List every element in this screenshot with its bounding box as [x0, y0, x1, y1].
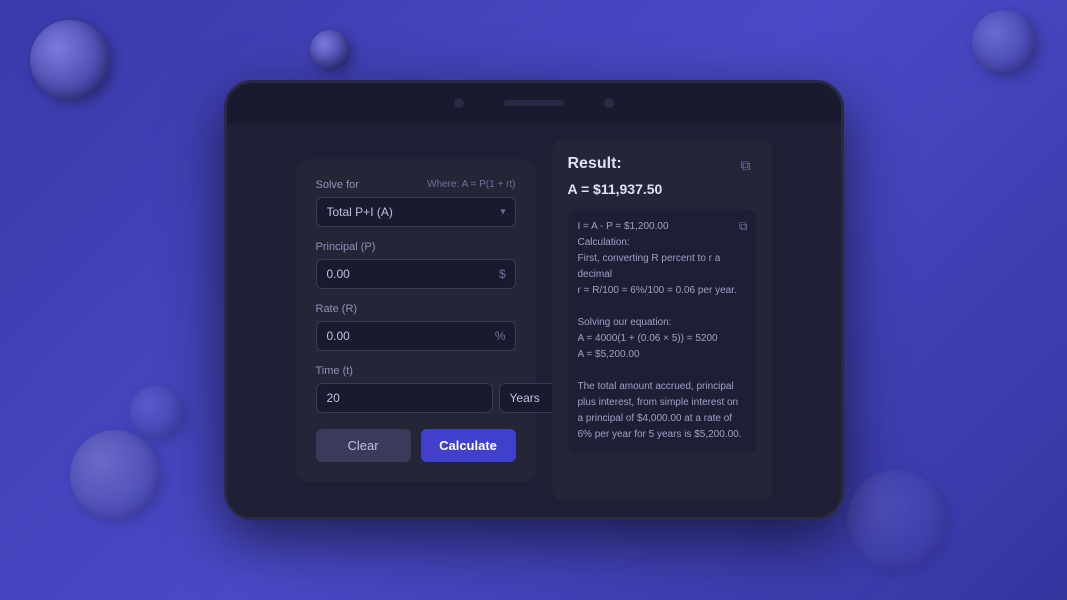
- clear-button[interactable]: Clear: [316, 429, 411, 462]
- rate-input[interactable]: [316, 321, 516, 351]
- rate-label: Rate (R): [316, 303, 516, 315]
- result-main-value: A = $11,937.50: [568, 181, 756, 197]
- tablet-mic: [604, 98, 614, 108]
- principal-group: Principal (P) $: [316, 241, 516, 289]
- result-detail-text: I = A - P = $1,200.00 Calculation: First…: [578, 219, 746, 443]
- button-row: Clear Calculate: [316, 429, 516, 462]
- tablet-top-bar: [227, 83, 841, 123]
- copy-detail-icon[interactable]: ⧉: [739, 217, 748, 236]
- decorative-ball-6: [847, 470, 947, 570]
- decorative-ball-3: [972, 10, 1037, 75]
- solve-for-select-wrapper: Total P+I (A)Principal (P)Rate (R)Time (…: [316, 197, 516, 227]
- decorative-ball-1: [30, 20, 110, 100]
- principal-input-wrapper: $: [316, 259, 516, 289]
- time-label: Time (t): [316, 365, 516, 377]
- tablet-device: Solve for Where: A = P(1 + rt) Total P+I…: [224, 80, 844, 520]
- result-title: Result:: [568, 155, 622, 173]
- decorative-ball-5: [130, 385, 185, 440]
- calculator-panel: Solve for Where: A = P(1 + rt) Total P+I…: [296, 159, 536, 482]
- rate-input-wrapper: %: [316, 321, 516, 351]
- solve-for-label-row: Solve for Where: A = P(1 + rt): [316, 179, 516, 191]
- solve-for-select[interactable]: Total P+I (A)Principal (P)Rate (R)Time (…: [316, 197, 516, 227]
- result-panel: Result: ⧉ A = $11,937.50 ⧉ I = A - P = $…: [552, 139, 772, 501]
- time-group: Time (t) YearsMonthsDays ▾: [316, 365, 516, 413]
- decorative-ball-2: [310, 30, 350, 70]
- principal-input[interactable]: [316, 259, 516, 289]
- decorative-ball-4: [70, 430, 160, 520]
- tablet-speaker: [504, 100, 564, 106]
- calculate-button[interactable]: Calculate: [421, 429, 516, 462]
- principal-label: Principal (P): [316, 241, 516, 253]
- time-row: YearsMonthsDays ▾: [316, 383, 516, 413]
- tablet-content: Solve for Where: A = P(1 + rt) Total P+I…: [227, 123, 841, 517]
- result-header: Result: ⧉: [568, 155, 756, 175]
- result-detail-box: ⧉ I = A - P = $1,200.00 Calculation: Fir…: [568, 209, 756, 453]
- rate-group: Rate (R) %: [316, 303, 516, 351]
- solve-for-group: Solve for Where: A = P(1 + rt) Total P+I…: [316, 179, 516, 227]
- tablet-camera: [454, 98, 464, 108]
- time-input[interactable]: [316, 383, 493, 413]
- copy-result-icon[interactable]: ⧉: [736, 155, 756, 175]
- formula-label: Where: A = P(1 + rt): [427, 179, 515, 191]
- solve-for-label: Solve for: [316, 179, 359, 191]
